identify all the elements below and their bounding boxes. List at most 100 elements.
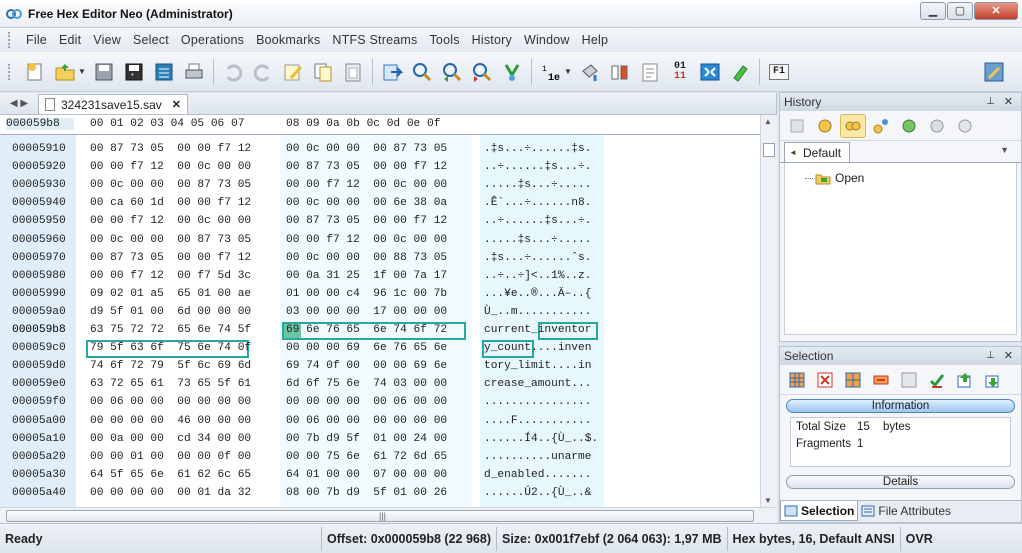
row-hex-left[interactable]: 00 0c 00 00 00 87 73 05: [90, 179, 251, 191]
history-tab-default[interactable]: Default: [784, 142, 851, 163]
paste-icon[interactable]: [339, 58, 367, 86]
row-hex-left[interactable]: d9 5f 01 00 6d 00 00 00: [90, 306, 251, 318]
undo-icon[interactable]: [219, 58, 247, 86]
row-text[interactable]: ................: [484, 396, 591, 408]
tab-nav-arrows[interactable]: ◀ ▶: [0, 92, 38, 114]
row-hex-left[interactable]: 79 5f 63 6f 75 6e 74 0f: [90, 342, 251, 354]
row-text[interactable]: .Ê`...÷......n8.: [484, 197, 591, 209]
hex-row[interactable]: 00005960 00 0c 00 00 00 87 73 05 00 00 f7 …: [0, 232, 760, 250]
load-selection-icon[interactable]: [952, 368, 978, 392]
row-hex-right[interactable]: 00 0a 31 25 1f 00 7a 17: [286, 270, 447, 282]
information-section-button[interactable]: Information: [786, 399, 1015, 413]
hex-row[interactable]: 00005940 00 ca 60 1d 00 00 f7 12 00 0c 00 …: [0, 195, 760, 213]
hex-row[interactable]: 00005910 00 87 73 05 00 00 f7 12 00 0c 00 …: [0, 141, 760, 159]
bit-icon[interactable]: [606, 58, 634, 86]
row-hex-right[interactable]: 00 0c 00 00 00 6e 38 0a: [286, 197, 447, 209]
hex-view[interactable]: 000059b8 00 01 02 03 04 05 06 07 08 09 0…: [0, 115, 760, 507]
row-text[interactable]: current_inventor: [484, 324, 591, 336]
row-hex-right[interactable]: 69 6e 76 65 6e 74 6f 72: [286, 324, 447, 336]
row-hex-left[interactable]: 64 5f 65 6e 61 62 6c 65: [90, 469, 251, 481]
hex-row[interactable]: 00005a40 00 00 00 00 00 01 da 32 08 00 7b …: [0, 485, 760, 503]
hex-row[interactable]: 00005a00 00 00 00 00 46 00 00 00 00 06 00 …: [0, 413, 760, 431]
row-text[interactable]: ......Ú2..{Ù_..&: [484, 487, 591, 499]
bytes-view-dropdown-icon[interactable]: ▼: [564, 67, 572, 76]
row-hex-right[interactable]: 00 87 73 05 00 00 f7 12: [286, 161, 447, 173]
row-text[interactable]: d_enabled.......: [484, 469, 591, 481]
new-file-icon[interactable]: [21, 58, 49, 86]
hex-row[interactable]: 000059e0 63 72 65 61 73 65 5f 61 6d 6f 75 …: [0, 376, 760, 394]
row-text[interactable]: ..........unarme: [484, 451, 591, 463]
row-hex-left[interactable]: 09 02 01 a5 65 01 00 ae: [90, 288, 251, 300]
menu-window[interactable]: Window: [518, 33, 576, 47]
menu-history[interactable]: History: [466, 33, 518, 47]
row-hex-right[interactable]: 00 00 00 00 00 06 00 00: [286, 396, 447, 408]
hex-row[interactable]: 00005950 00 00 f7 12 00 0c 00 00 00 87 73 …: [0, 213, 760, 231]
horizontal-scroll-thumb[interactable]: |||: [6, 510, 754, 522]
maximize-button[interactable]: ▢: [947, 2, 973, 20]
hex-row[interactable]: 00005980 00 00 f7 12 00 f7 5d 3c 00 0a 31 …: [0, 268, 760, 286]
row-hex-right[interactable]: 00 00 75 6e 61 72 6d 65: [286, 451, 447, 463]
document-tab[interactable]: 324231save15.sav ✕: [38, 94, 188, 114]
hex-row[interactable]: 000059b8 63 75 72 72 65 6e 74 5f 69 6e 76 …: [0, 322, 760, 340]
row-hex-right[interactable]: 03 00 00 00 17 00 00 00: [286, 306, 447, 318]
copy-icon[interactable]: [309, 58, 337, 86]
row-hex-right[interactable]: 00 00 00 69 6e 76 65 6e: [286, 342, 447, 354]
row-hex-left[interactable]: 00 06 00 00 00 00 00 00: [90, 396, 251, 408]
hex-row[interactable]: 00005920 00 00 f7 12 00 0c 00 00 00 87 73 …: [0, 159, 760, 177]
history-entry-open[interactable]: Open: [805, 171, 864, 185]
details-section-button[interactable]: Details: [786, 475, 1015, 489]
save-all-icon[interactable]: [150, 58, 178, 86]
row-hex-right[interactable]: 01 00 00 c4 96 1c 00 7b: [286, 288, 447, 300]
base-converter-icon[interactable]: 01 11: [666, 58, 694, 86]
row-hex-right[interactable]: 64 01 00 00 07 00 00 00: [286, 469, 447, 481]
menu-view[interactable]: View: [87, 33, 127, 47]
print-icon[interactable]: [180, 58, 208, 86]
help-f1-icon[interactable]: F1: [765, 58, 793, 86]
menu-operations[interactable]: Operations: [175, 33, 250, 47]
row-hex-right[interactable]: 08 00 7b d9 5f 01 00 26: [286, 487, 447, 499]
go-to-icon[interactable]: [378, 58, 406, 86]
bytes-view-icon[interactable]: 1 1e: [537, 58, 565, 86]
find-next-icon[interactable]: [438, 58, 466, 86]
menubar-grip[interactable]: [8, 32, 12, 48]
menu-select[interactable]: Select: [127, 33, 175, 47]
menu-edit[interactable]: Edit: [53, 33, 87, 47]
row-text[interactable]: .....‡s...÷.....: [484, 234, 591, 246]
row-hex-right[interactable]: 00 0c 00 00 00 87 73 05: [286, 143, 447, 155]
fill-icon[interactable]: [576, 58, 604, 86]
row-hex-right[interactable]: 6d 6f 75 6e 74 03 00 00: [286, 378, 447, 390]
select-all-icon[interactable]: [784, 368, 810, 392]
history-add-icon[interactable]: [896, 114, 922, 138]
open-folder-icon[interactable]: [51, 58, 79, 86]
minimize-button[interactable]: ▁: [920, 2, 946, 20]
row-hex-left[interactable]: 63 75 72 72 65 6e 74 5f: [90, 324, 251, 336]
vertical-scroll-thumb[interactable]: [763, 143, 775, 157]
find-icon[interactable]: [408, 58, 436, 86]
row-hex-right[interactable]: 00 7b d9 5f 01 00 24 00: [286, 433, 447, 445]
apply-selection-icon[interactable]: [924, 368, 950, 392]
row-text[interactable]: y_count....inven: [484, 342, 591, 354]
row-text[interactable]: .‡s...÷......‡s.: [484, 143, 591, 155]
row-text[interactable]: ..÷......‡s...÷.: [484, 161, 591, 173]
row-text[interactable]: .‡s...÷......ˆs.: [484, 252, 591, 264]
hex-row[interactable]: 00005a10 00 0a 00 00 cd 34 00 00 00 7b d9 …: [0, 431, 760, 449]
row-hex-left[interactable]: 00 87 73 05 00 00 f7 12: [90, 252, 251, 264]
row-text[interactable]: Ù_..m...........: [484, 306, 591, 318]
edit-icon[interactable]: [279, 58, 307, 86]
hex-row[interactable]: 000059f0 00 06 00 00 00 00 00 00 00 00 00 …: [0, 394, 760, 412]
tab-close-icon[interactable]: ✕: [172, 98, 181, 111]
row-text[interactable]: ......Í4..{Ù_..$.: [484, 433, 598, 445]
save-selection-icon[interactable]: [980, 368, 1006, 392]
row-hex-left[interactable]: 00 00 f7 12 00 0c 00 00: [90, 215, 251, 227]
row-hex-left[interactable]: 00 00 f7 12 00 f7 5d 3c: [90, 270, 251, 282]
horizontal-scrollbar[interactable]: |||: [0, 507, 777, 524]
save-icon[interactable]: [90, 58, 118, 86]
row-text[interactable]: crease_amount...: [484, 378, 591, 390]
replace-icon[interactable]: [498, 58, 526, 86]
hex-row[interactable]: 000059c0 79 5f 63 6f 75 6e 74 0f 00 00 00 …: [0, 340, 760, 358]
row-hex-left[interactable]: 00 00 00 00 00 01 da 32: [90, 487, 251, 499]
row-hex-left[interactable]: 00 0c 00 00 00 87 73 05: [90, 234, 251, 246]
row-text[interactable]: ..÷......‡s...÷.: [484, 215, 591, 227]
selection-close-icon[interactable]: ✕: [1004, 347, 1013, 365]
insert-icon[interactable]: [636, 58, 664, 86]
